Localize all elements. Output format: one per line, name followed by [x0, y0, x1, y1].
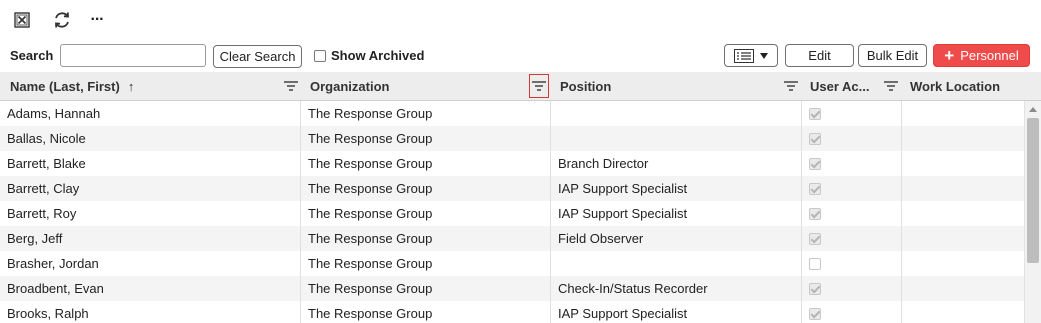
table-row[interactable]: Berg, Jeff The Response Group Field Obse…	[0, 226, 1024, 251]
table-row[interactable]: Barrett, Roy The Response Group IAP Supp…	[0, 201, 1024, 226]
top-icon-bar: ···	[0, 0, 1041, 38]
column-chooser-button[interactable]	[724, 44, 778, 67]
filter-icon-active[interactable]	[529, 74, 549, 98]
column-header-user-account[interactable]: User Ac...	[810, 72, 870, 100]
cell-user-account	[802, 276, 902, 301]
table-row[interactable]: Ballas, Nicole The Response Group	[0, 126, 1024, 151]
cell-work-location	[902, 151, 1024, 176]
cell-position	[551, 101, 802, 126]
user-account-checkbox	[809, 307, 821, 320]
add-personnel-label: Personnel	[960, 48, 1019, 63]
user-account-checkbox	[809, 257, 821, 270]
scrollbar-thumb[interactable]	[1027, 118, 1039, 263]
filter-icon[interactable]	[282, 77, 300, 95]
cell-name: Brooks, Ralph	[0, 301, 301, 323]
table-row[interactable]: Adams, Hannah The Response Group	[0, 101, 1024, 126]
user-account-checkbox	[809, 282, 821, 295]
cell-user-account	[802, 126, 902, 151]
search-toolbar: Search Clear Search Show Archived Edit B…	[0, 41, 1041, 71]
column-header-name[interactable]: Name (Last, First) ↑	[10, 72, 134, 100]
cell-name: Adams, Hannah	[0, 101, 301, 126]
vertical-scrollbar[interactable]	[1024, 101, 1041, 323]
cell-organization: The Response Group	[301, 151, 551, 176]
cell-organization: The Response Group	[301, 176, 551, 201]
filter-icon[interactable]	[782, 77, 800, 95]
search-input[interactable]	[60, 44, 206, 67]
edit-button[interactable]: Edit	[785, 44, 854, 67]
cell-user-account	[802, 201, 902, 226]
grid-body: Adams, Hannah The Response Group Ballas,…	[0, 101, 1024, 323]
clear-search-button[interactable]: Clear Search	[213, 45, 302, 68]
cell-work-location	[902, 126, 1024, 151]
cell-position: Field Observer	[551, 226, 802, 251]
cell-name: Barrett, Clay	[0, 176, 301, 201]
cell-work-location	[902, 201, 1024, 226]
more-icon[interactable]: ···	[86, 9, 108, 31]
column-header-work-location[interactable]: Work Location	[910, 72, 1000, 100]
cell-user-account	[802, 101, 902, 126]
show-archived-label: Show Archived	[331, 48, 425, 63]
column-list-icon	[734, 48, 754, 63]
filter-icon[interactable]	[882, 77, 900, 95]
grid-header: Name (Last, First) ↑ Organization Positi…	[0, 72, 1041, 101]
cell-position: Branch Director	[551, 151, 802, 176]
cell-user-account	[802, 226, 902, 251]
cell-name: Barrett, Roy	[0, 201, 301, 226]
user-account-checkbox	[809, 132, 821, 145]
user-account-checkbox	[809, 182, 821, 195]
cell-user-account	[802, 151, 902, 176]
column-header-position[interactable]: Position	[560, 72, 611, 100]
table-row[interactable]: Brasher, Jordan The Response Group	[0, 251, 1024, 276]
cell-user-account	[802, 301, 902, 323]
cell-organization: The Response Group	[301, 276, 551, 301]
cell-position	[551, 251, 802, 276]
user-account-checkbox	[809, 157, 821, 170]
cell-work-location	[902, 276, 1024, 301]
cell-name: Broadbent, Evan	[0, 276, 301, 301]
excel-export-icon[interactable]	[11, 9, 33, 31]
cell-name: Brasher, Jordan	[0, 251, 301, 276]
scroll-up-arrow-icon[interactable]	[1029, 107, 1037, 112]
show-archived-checkbox[interactable]	[314, 49, 326, 62]
cell-organization: The Response Group	[301, 101, 551, 126]
search-label: Search	[10, 48, 54, 63]
cell-work-location	[902, 176, 1024, 201]
column-header-name-label: Name (Last, First)	[10, 78, 120, 94]
user-account-checkbox	[809, 207, 821, 220]
cell-name: Ballas, Nicole	[0, 126, 301, 151]
cell-user-account	[802, 251, 902, 276]
table-row[interactable]: Broadbent, Evan The Response Group Check…	[0, 276, 1024, 301]
table-row[interactable]: Brooks, Ralph The Response Group IAP Sup…	[0, 301, 1024, 323]
cell-name: Berg, Jeff	[0, 226, 301, 251]
show-archived-toggle[interactable]: Show Archived	[314, 48, 424, 63]
table-row[interactable]: Barrett, Clay The Response Group IAP Sup…	[0, 176, 1024, 201]
table-row[interactable]: Barrett, Blake The Response Group Branch…	[0, 151, 1024, 176]
cell-name: Barrett, Blake	[0, 151, 301, 176]
refresh-icon[interactable]	[51, 9, 73, 31]
column-header-organization[interactable]: Organization	[310, 72, 389, 100]
cell-work-location	[902, 301, 1024, 323]
cell-position: IAP Support Specialist	[551, 301, 802, 323]
cell-organization: The Response Group	[301, 301, 551, 323]
plus-icon: +	[944, 46, 955, 65]
cell-work-location	[902, 101, 1024, 126]
cell-position: Check-In/Status Recorder	[551, 276, 802, 301]
cell-position: IAP Support Specialist	[551, 201, 802, 226]
cell-organization: The Response Group	[301, 226, 551, 251]
bulk-edit-button[interactable]: Bulk Edit	[858, 44, 927, 67]
cell-position	[551, 126, 802, 151]
cell-user-account	[802, 176, 902, 201]
cell-organization: The Response Group	[301, 201, 551, 226]
chevron-down-icon	[760, 52, 768, 59]
cell-organization: The Response Group	[301, 126, 551, 151]
add-personnel-button[interactable]: + Personnel	[933, 44, 1030, 67]
sort-ascending-icon: ↑	[127, 78, 135, 94]
user-account-checkbox	[809, 107, 821, 120]
cell-work-location	[902, 226, 1024, 251]
user-account-checkbox	[809, 232, 821, 245]
cell-position: IAP Support Specialist	[551, 176, 802, 201]
cell-organization: The Response Group	[301, 251, 551, 276]
cell-work-location	[902, 251, 1024, 276]
